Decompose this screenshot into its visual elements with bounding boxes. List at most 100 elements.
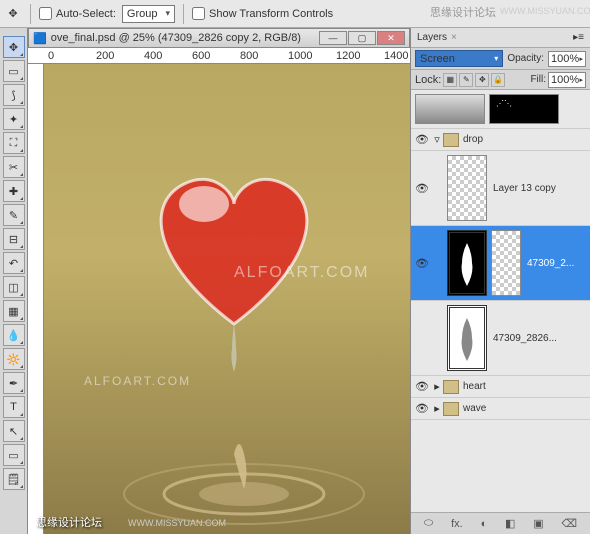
lasso-tool[interactable]: ⟆ bbox=[3, 84, 25, 106]
layers-tab[interactable]: Layers × ▸≡ bbox=[411, 28, 590, 48]
separator bbox=[30, 4, 31, 24]
layer-thumb bbox=[447, 155, 487, 221]
layer-name[interactable]: heart bbox=[459, 381, 588, 392]
ps-icon: 🟦 bbox=[33, 32, 47, 45]
type-tool[interactable]: T bbox=[3, 396, 25, 418]
dodge-tool[interactable]: 🔆 bbox=[3, 348, 25, 370]
texture-thumb bbox=[415, 94, 485, 124]
crop-tool[interactable]: ⛶ bbox=[3, 132, 25, 154]
layer-name[interactable]: drop bbox=[459, 134, 588, 145]
layer-mask-icon[interactable]: ◐ bbox=[481, 518, 488, 530]
layers-panel: Layers × ▸≡ Screen Opacity: 100%▸ Lock: … bbox=[410, 28, 590, 534]
layer-group-wave[interactable]: 👁 ▸ wave bbox=[411, 398, 590, 420]
tools-panel: ✥ ▭ ⟆ ✦ ⛶ ✂ ✚ ✎ ⊟ ↶ ◫ ▦ 💧 🔆 ✒ T ↖ ▭ 🗒 bbox=[0, 28, 28, 534]
smart-object-thumb bbox=[447, 230, 487, 296]
drip-artwork bbox=[226, 324, 242, 374]
close-button[interactable]: ✕ bbox=[377, 31, 405, 45]
layer-row[interactable]: 👁 Layer 13 copy bbox=[411, 151, 590, 226]
adjustment-layer-icon[interactable]: ◧ bbox=[505, 517, 515, 530]
auto-select-checkbox[interactable]: Auto-Select: bbox=[39, 7, 116, 20]
pen-tool[interactable]: ✒ bbox=[3, 372, 25, 394]
layers-footer: ⬭ fx. ◐ ◧ ▣ ⌫ bbox=[411, 512, 590, 534]
fill-input[interactable]: 100%▸ bbox=[548, 72, 586, 88]
folder-icon bbox=[443, 380, 459, 394]
image-watermark: ALFOART.COM bbox=[84, 374, 191, 388]
show-transform-label: Show Transform Controls bbox=[209, 8, 333, 20]
delete-layer-icon[interactable]: ⌫ bbox=[561, 517, 577, 530]
visibility-icon[interactable]: 👁 bbox=[413, 402, 431, 415]
bottom-watermark-url: WWW.MISSYUAN.COM bbox=[128, 518, 226, 528]
folder-icon bbox=[443, 133, 459, 147]
horizontal-ruler[interactable]: 0 200 400 600 800 1000 1200 1400 bbox=[28, 48, 410, 64]
opacity-input[interactable]: 100%▸ bbox=[548, 51, 586, 67]
layer-style-icon[interactable]: fx. bbox=[451, 518, 463, 530]
document-area: 🟦 ove_final.psd @ 25% (47309_2826 copy 2… bbox=[28, 28, 410, 534]
path-tool[interactable]: ↖ bbox=[3, 420, 25, 442]
canvas[interactable]: ALFOART.COM ALFOART.COM bbox=[44, 64, 410, 534]
expand-icon[interactable]: ▸ bbox=[431, 380, 443, 393]
mask-thumb: ⋰⋱ bbox=[489, 94, 559, 124]
lock-transparent-icon[interactable]: ▦ bbox=[443, 73, 457, 87]
blur-tool[interactable]: 💧 bbox=[3, 324, 25, 346]
auto-select-label: Auto-Select: bbox=[56, 8, 116, 20]
lock-all-icon[interactable]: 🔒 bbox=[491, 73, 505, 87]
folder-icon bbox=[443, 402, 459, 416]
gradient-tool[interactable]: ▦ bbox=[3, 300, 25, 322]
visibility-icon[interactable]: 👁 bbox=[413, 257, 431, 270]
heal-tool[interactable]: ✚ bbox=[3, 180, 25, 202]
bottom-watermark: 思缘设计论坛 bbox=[36, 514, 102, 530]
layer-options-row: Screen Opacity: 100%▸ bbox=[411, 48, 590, 70]
move-tool-icon: ✥ bbox=[4, 5, 22, 23]
brush-tool[interactable]: ✎ bbox=[3, 204, 25, 226]
layer-name[interactable]: 47309_2826... bbox=[489, 333, 588, 344]
minimize-button[interactable]: — bbox=[319, 31, 347, 45]
panel-menu-icon[interactable]: ▸≡ bbox=[573, 32, 584, 43]
notes-tool[interactable]: 🗒 bbox=[3, 468, 25, 490]
layer-row-selected[interactable]: 👁 47309_2... bbox=[411, 226, 590, 301]
expand-icon[interactable]: ▿ bbox=[431, 133, 443, 146]
shape-tool[interactable]: ▭ bbox=[3, 444, 25, 466]
smart-object-thumb bbox=[447, 305, 487, 371]
visibility-icon[interactable]: 👁 bbox=[413, 380, 431, 393]
expand-icon[interactable]: ▸ bbox=[431, 402, 443, 415]
lock-row: Lock: ▦ ✎ ✥ 🔒 Fill: 100%▸ bbox=[411, 70, 590, 90]
slice-tool[interactable]: ✂ bbox=[3, 156, 25, 178]
lock-position-icon[interactable]: ✥ bbox=[475, 73, 489, 87]
history-brush-tool[interactable]: ↶ bbox=[3, 252, 25, 274]
lock-label: Lock: bbox=[415, 74, 441, 86]
show-transform-checkbox[interactable]: Show Transform Controls bbox=[192, 7, 333, 20]
layer-top-thumbs[interactable]: ⋰⋱ bbox=[411, 90, 590, 129]
blend-mode-dropdown[interactable]: Screen bbox=[415, 50, 503, 67]
layers-list: ⋰⋱ 👁 ▿ drop 👁 Layer 13 copy 👁 bbox=[411, 90, 590, 512]
lock-pixels-icon[interactable]: ✎ bbox=[459, 73, 473, 87]
auto-select-dropdown[interactable]: Group bbox=[122, 5, 175, 23]
vertical-ruler[interactable] bbox=[28, 64, 44, 534]
layer-name[interactable]: 47309_2... bbox=[523, 258, 588, 269]
close-tab-icon[interactable]: × bbox=[451, 32, 457, 43]
visibility-icon[interactable]: 👁 bbox=[413, 182, 431, 195]
visibility-icon[interactable]: 👁 bbox=[413, 133, 431, 146]
canvas-image: ALFOART.COM ALFOART.COM bbox=[44, 64, 410, 534]
fill-label: Fill: bbox=[530, 74, 546, 85]
heart-artwork bbox=[134, 154, 334, 334]
new-layer-icon[interactable]: ▣ bbox=[533, 517, 543, 530]
layer-group-heart[interactable]: 👁 ▸ heart bbox=[411, 376, 590, 398]
stamp-tool[interactable]: ⊟ bbox=[3, 228, 25, 250]
layer-group-drop[interactable]: 👁 ▿ drop bbox=[411, 129, 590, 151]
move-tool[interactable]: ✥ bbox=[3, 36, 25, 58]
opacity-label: Opacity: bbox=[507, 53, 544, 64]
layer-row[interactable]: 47309_2826... bbox=[411, 301, 590, 376]
image-watermark: ALFOART.COM bbox=[234, 264, 370, 282]
layer-mask-thumb bbox=[491, 230, 521, 296]
layer-name[interactable]: Layer 13 copy bbox=[489, 183, 588, 194]
watermark-url: WWW.MISSYUAN.COM bbox=[500, 6, 590, 16]
link-layers-icon[interactable]: ⬭ bbox=[424, 517, 433, 530]
document-titlebar: 🟦 ove_final.psd @ 25% (47309_2826 copy 2… bbox=[28, 28, 410, 48]
eraser-tool[interactable]: ◫ bbox=[3, 276, 25, 298]
marquee-tool[interactable]: ▭ bbox=[3, 60, 25, 82]
separator bbox=[183, 4, 184, 24]
wand-tool[interactable]: ✦ bbox=[3, 108, 25, 130]
layer-name[interactable]: wave bbox=[459, 403, 588, 414]
watermark-text: 思缘设计论坛 bbox=[430, 4, 496, 20]
maximize-button[interactable]: ▢ bbox=[348, 31, 376, 45]
